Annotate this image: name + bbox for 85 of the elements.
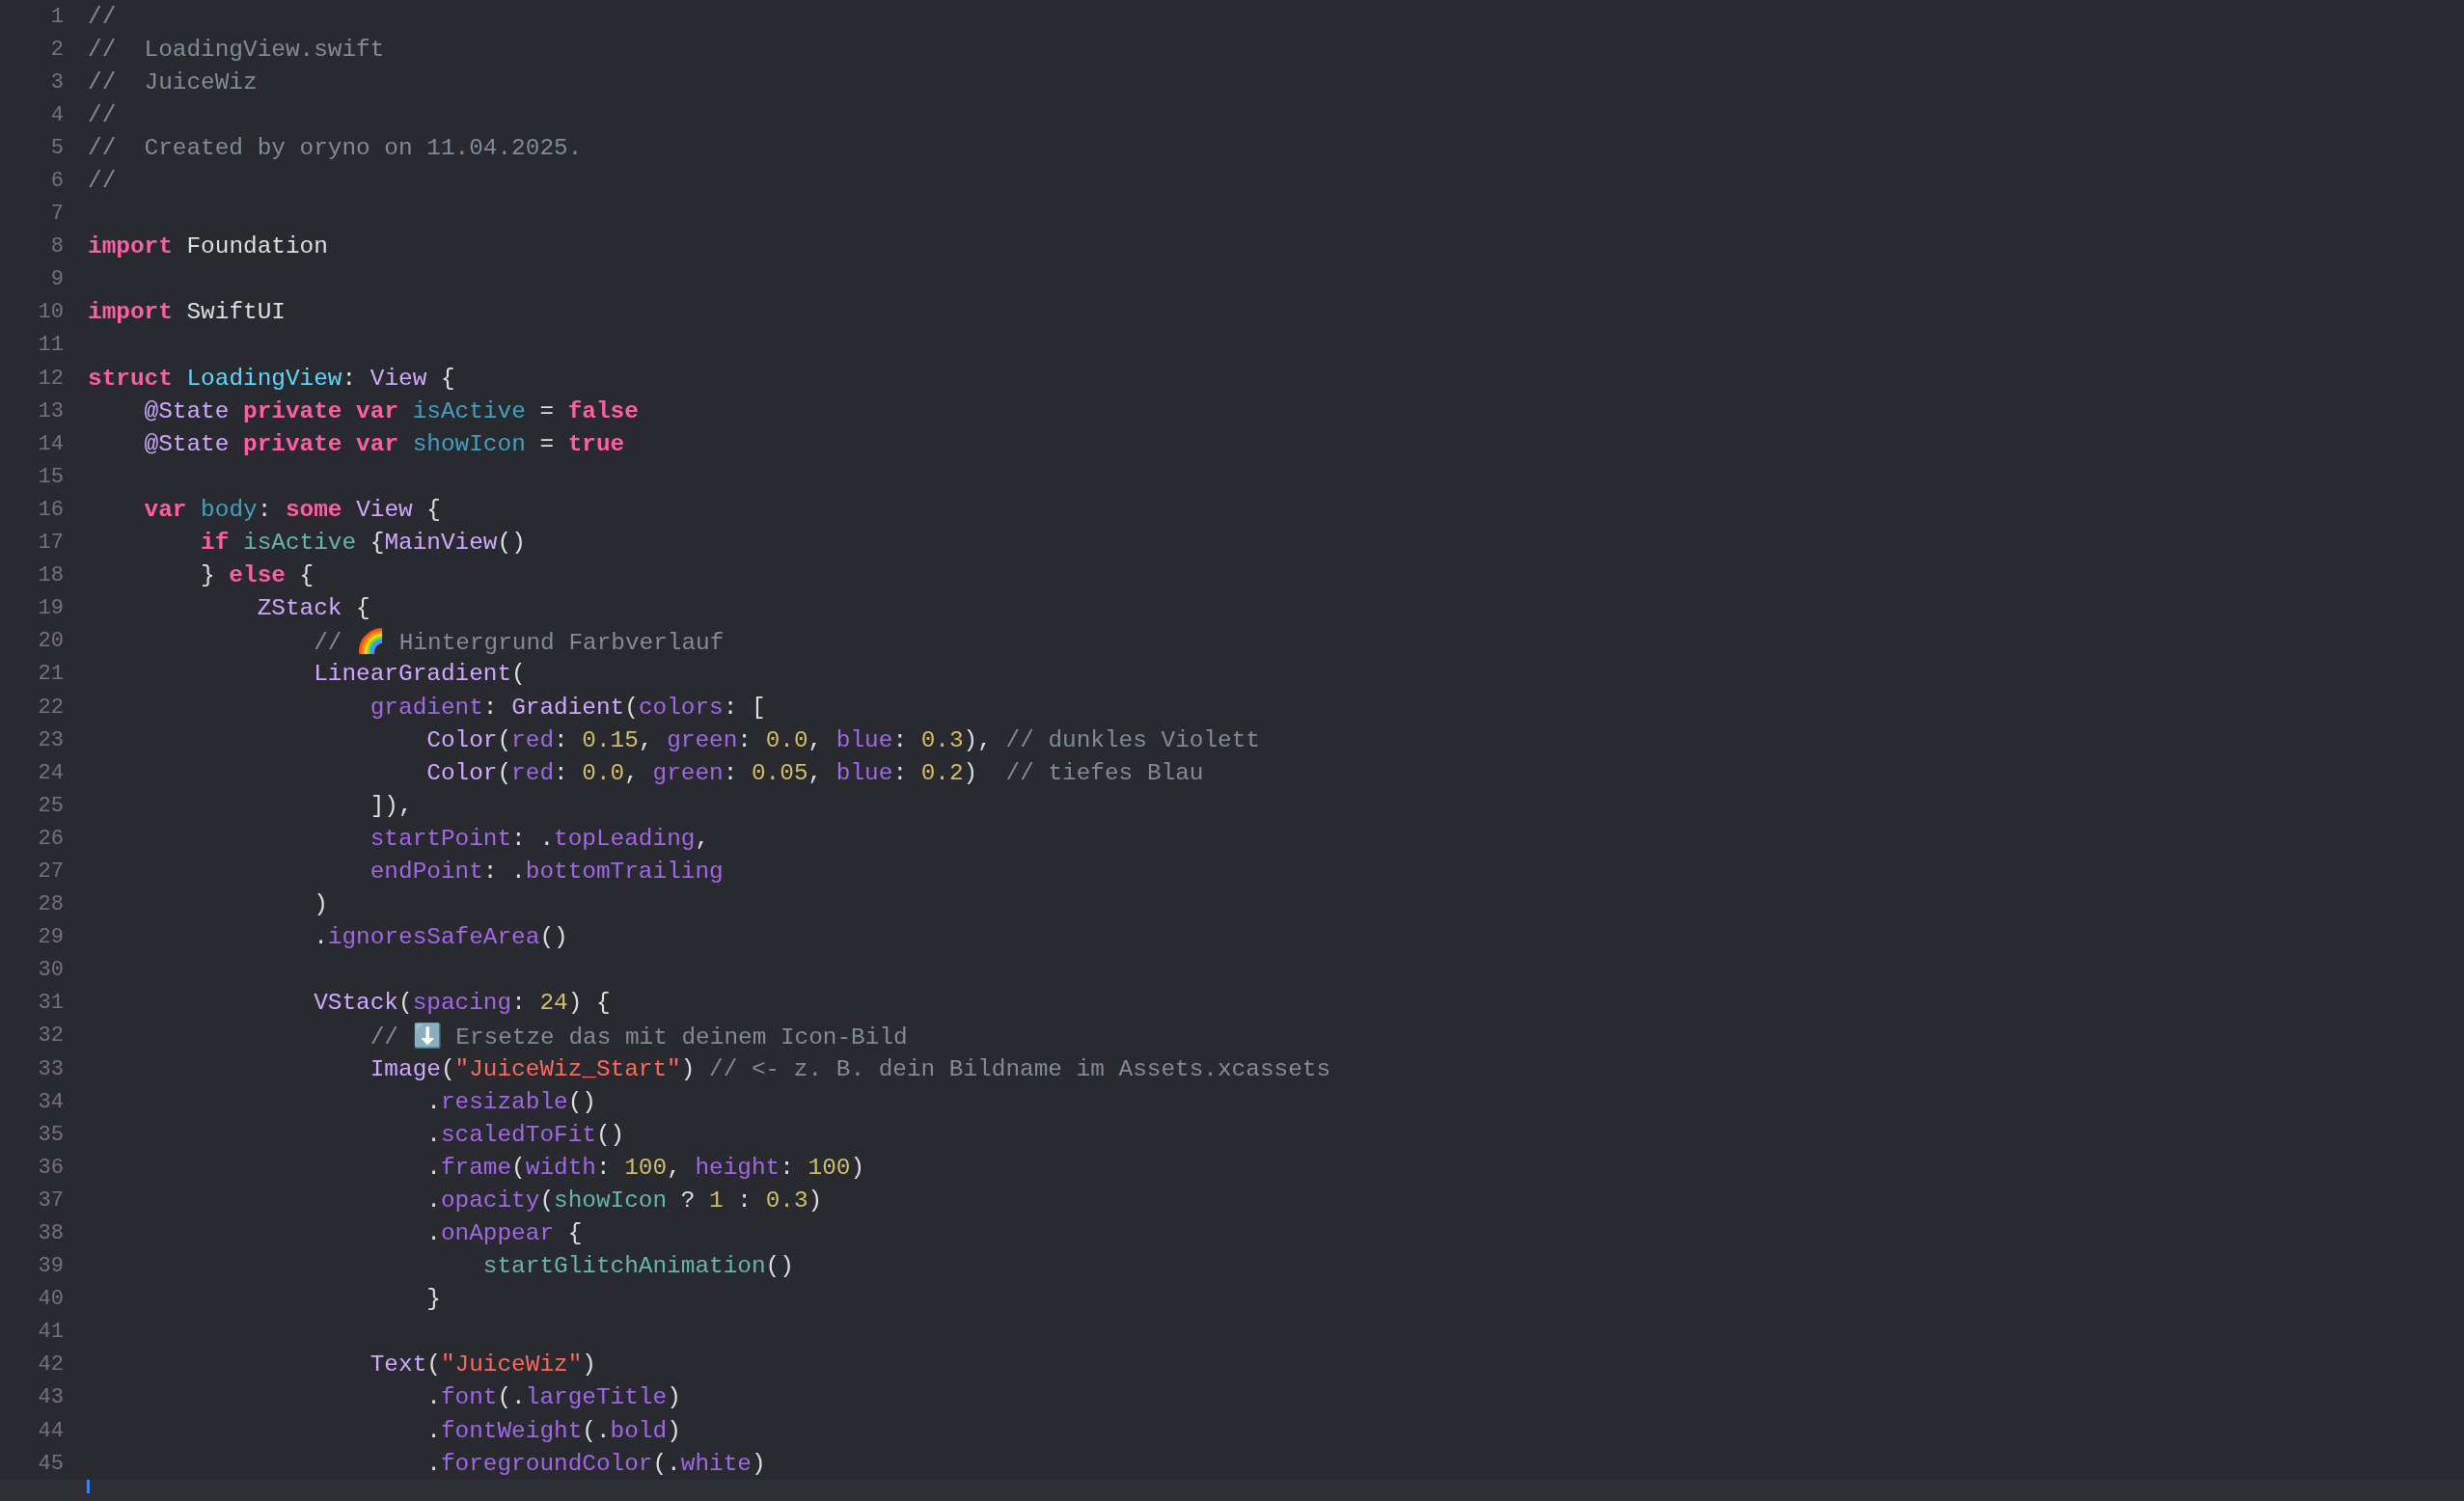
text-cursor <box>87 1480 90 1494</box>
code-line: } <box>425 1286 441 1313</box>
line-number: 6 <box>49 169 64 193</box>
line-number: 36 <box>37 1155 64 1180</box>
line-number: 21 <box>37 662 64 687</box>
code-line: .font(.largeTitle) <box>425 1384 681 1411</box>
line-number: 1 <box>49 4 64 29</box>
line-number: 20 <box>37 629 64 654</box>
code-line: if isActive {MainView() <box>200 530 526 557</box>
line-number: 35 <box>37 1122 64 1147</box>
line-number: 26 <box>37 826 64 851</box>
line-number: 4 <box>49 102 64 127</box>
code-line: startPoint: .topLeading, <box>369 825 710 852</box>
line-number: 43 <box>37 1385 64 1410</box>
code-line: @State private var isActive = false <box>143 397 639 424</box>
line-number: 16 <box>37 497 64 522</box>
code-line: ZStack { <box>256 595 370 622</box>
code-line: gradient: Gradient(colors: [ <box>369 694 766 721</box>
code-line: // LoadingView.swift <box>88 36 385 63</box>
line-number: 31 <box>37 991 64 1016</box>
code-line: // 🌈 Hintergrund Farbverlauf <box>313 627 725 656</box>
code-line: .onAppear { <box>425 1220 583 1246</box>
code-line: .ignoresSafeArea() <box>313 924 568 951</box>
line-number: 2 <box>49 37 64 62</box>
line-number: 38 <box>37 1221 64 1245</box>
line-number: 37 <box>37 1187 64 1213</box>
line-number: 32 <box>37 1023 64 1049</box>
code-line: .frame(width: 100, height: 100) <box>425 1154 865 1181</box>
line-number: 42 <box>37 1352 64 1378</box>
code-line: // Created by oryno on 11.04.2025. <box>88 134 583 161</box>
code-line: // <box>88 168 117 194</box>
line-number: 45 <box>37 1451 64 1476</box>
line-number: 17 <box>37 531 64 556</box>
line-number: 34 <box>37 1089 64 1114</box>
code-line: Color(red: 0.0, green: 0.05, blue: 0.2) // tiefes Blau <box>425 759 1204 786</box>
code-line: startGlitchAnimation() <box>481 1253 794 1280</box>
line-number: 7 <box>49 202 64 227</box>
code-line: } else { <box>200 562 315 589</box>
line-number: 12 <box>37 366 64 391</box>
code-line: endPoint: .bottomTrailing <box>369 859 724 885</box>
code-line: // <box>88 101 117 128</box>
line-number: 9 <box>49 267 64 292</box>
code-line: VStack(spacing: 24) { <box>313 990 611 1017</box>
line-number: 13 <box>37 398 64 423</box>
code-line: import SwiftUI <box>88 299 286 326</box>
code-line: .scaledToFit() <box>425 1121 625 1148</box>
line-number: 39 <box>37 1254 64 1279</box>
line-number: 15 <box>37 464 64 489</box>
line-number: 44 <box>37 1418 64 1443</box>
code-line: Text("JuiceWiz") <box>369 1351 596 1378</box>
code-line: Color(red: 0.15, green: 0.0, blue: 0.3), // dunkles Violett <box>425 726 1260 753</box>
line-number: 14 <box>37 431 64 456</box>
line-number: 24 <box>37 760 64 785</box>
code-line: @State private var showIcon = true <box>143 430 625 457</box>
line-number: 5 <box>49 135 64 160</box>
code-line: struct LoadingView: View { <box>88 365 455 392</box>
line-number: 22 <box>37 695 64 720</box>
code-line: .foregroundColor(.white) <box>425 1450 766 1477</box>
line-number: 23 <box>37 727 64 752</box>
line-number: 29 <box>37 925 64 950</box>
line-number: 3 <box>49 69 64 95</box>
line-number: 30 <box>37 958 64 983</box>
code-line: ) <box>313 891 328 918</box>
line-number: 19 <box>37 596 64 621</box>
line-number: 27 <box>37 860 64 884</box>
code-line: // JuiceWiz <box>88 68 258 96</box>
line-number: 8 <box>49 234 64 259</box>
code-line: .fontWeight(.bold) <box>425 1417 681 1444</box>
code-line: .resizable() <box>425 1088 596 1115</box>
line-number: 11 <box>37 333 64 358</box>
code-line: import Foundation <box>88 233 328 260</box>
code-line: var body: some View { <box>143 496 441 523</box>
line-number: 40 <box>37 1287 64 1312</box>
code-line: Image("JuiceWiz_Start") // <- z. B. dein Bildname im Assets.xcassets <box>369 1055 1331 1082</box>
line-number: 25 <box>37 793 64 818</box>
line-number: 33 <box>37 1056 64 1081</box>
code-line: LinearGradient( <box>313 661 526 688</box>
code-line: // <box>88 3 117 30</box>
line-number: 18 <box>37 563 64 588</box>
line-number: 41 <box>37 1320 64 1345</box>
line-number: 10 <box>37 300 64 325</box>
code-line: .opacity(showIcon ? 1 : 0.3) <box>425 1187 823 1214</box>
code-line: ]), <box>369 792 413 819</box>
line-number: 28 <box>37 892 64 917</box>
code-line: // ⬇ Ersetze das mit deinem Icon-Bild <box>369 1022 908 1051</box>
